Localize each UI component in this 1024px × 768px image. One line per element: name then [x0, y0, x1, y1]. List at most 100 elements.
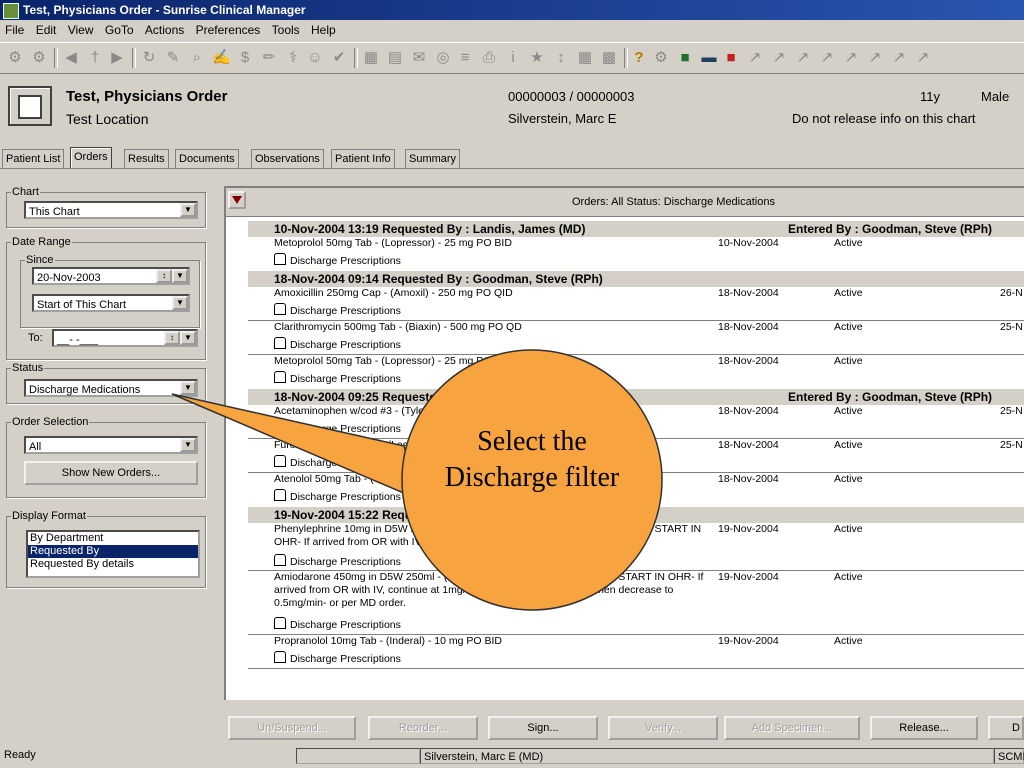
worklist-icon[interactable]: ⚙ — [6, 49, 24, 67]
tab-orders[interactable]: Orders — [70, 147, 112, 169]
medical-icon[interactable]: ⚕ — [284, 49, 302, 67]
menu-actions[interactable]: Actions — [145, 23, 184, 37]
person-icon[interactable]: ☺ — [306, 49, 324, 67]
order-row[interactable]: Metoprolol 50mg Tab - (Lopressor) - 25 m… — [248, 236, 1024, 271]
info-icon[interactable]: i — [504, 49, 522, 67]
patient-chart-icon[interactable] — [8, 86, 52, 126]
tool-8-icon[interactable]: ↗ — [914, 49, 932, 67]
sign-icon[interactable]: ✔ — [330, 49, 348, 67]
menu-preferences[interactable]: Preferences — [196, 23, 261, 37]
tool-3-icon[interactable]: ↗ — [794, 49, 812, 67]
display-format-option[interactable]: Requested By details — [28, 558, 198, 571]
tool-6-icon[interactable]: ↗ — [866, 49, 884, 67]
tool-4-icon[interactable]: ↗ — [818, 49, 836, 67]
tab-observations[interactable]: Observations — [251, 149, 324, 168]
order-date: 18-Nov-2004 — [718, 321, 779, 333]
chevron-down-icon[interactable]: ▼ — [180, 381, 196, 395]
previous-patient-icon[interactable]: ◀ — [62, 49, 80, 67]
callout-text: Select the Discharge filter — [444, 426, 620, 493]
tool-5-icon[interactable]: ↗ — [842, 49, 860, 67]
filter-icon[interactable] — [228, 191, 246, 209]
spinner-icon[interactable]: ↕ — [164, 331, 180, 345]
help-icon[interactable]: ? — [630, 49, 648, 67]
order-group-header: 10-Nov-2004 13:19 Requested By : Landis,… — [248, 220, 1024, 237]
spinner-icon[interactable]: ↕ — [156, 269, 172, 283]
menu-goto[interactable]: GoTo — [105, 23, 134, 37]
order-row[interactable]: Propranolol 10mg Tab - (Inderal) - 10 mg… — [248, 634, 1024, 669]
chevron-down-icon[interactable]: ▼ — [180, 203, 196, 217]
to-label: To: — [28, 332, 43, 344]
globe-icon[interactable]: ◎ — [434, 49, 452, 67]
order-row[interactable]: Clarithromycin 500mg Tab - (Biaxin) - 50… — [248, 320, 1024, 355]
cost-icon[interactable]: $ — [236, 49, 254, 67]
order-status: Active — [834, 523, 863, 535]
clipboard-icon[interactable]: ✉ — [410, 49, 428, 67]
patient-list-icon[interactable]: ⚙ — [30, 49, 48, 67]
tool-2-icon[interactable]: ↗ — [770, 49, 788, 67]
more-button[interactable]: D — [988, 716, 1024, 740]
tool-1-icon[interactable]: ↗ — [746, 49, 764, 67]
chevron-down-icon[interactable]: ▼ — [180, 438, 196, 452]
write-icon[interactable]: ✏ — [260, 49, 278, 67]
sort-icon[interactable]: ↕ — [552, 49, 570, 67]
print-icon[interactable]: ⎙ — [480, 49, 498, 67]
reorder-button[interactable]: Reorder... — [368, 716, 478, 740]
since-date-field[interactable]: 20-Nov-2003 ↕ ▼ — [32, 267, 190, 285]
table-icon[interactable]: ▦ — [362, 49, 380, 67]
tool-7-icon[interactable]: ↗ — [890, 49, 908, 67]
sign-button[interactable]: Sign... — [488, 716, 598, 740]
order-row[interactable]: Amoxicillin 250mg Cap - (Amoxil) - 250 m… — [248, 286, 1024, 321]
menu-edit[interactable]: Edit — [36, 23, 57, 37]
add-specimen-button[interactable]: Add Specimen... — [724, 716, 860, 740]
patient-age: 11y — [920, 89, 940, 104]
next-patient-icon[interactable]: ▶ — [108, 49, 126, 67]
settings-icon[interactable]: ⚙ — [652, 49, 670, 67]
order-date: 18-Nov-2004 — [718, 405, 779, 417]
display-format-option[interactable]: By Department — [28, 532, 198, 545]
tab-documents[interactable]: Documents — [175, 149, 239, 168]
tab-patient-info[interactable]: Patient Info — [331, 149, 395, 168]
new-order-icon[interactable]: ✎ — [164, 49, 182, 67]
order-date: 18-Nov-2004 — [718, 355, 779, 367]
search-order-icon[interactable]: ⌕ — [188, 49, 206, 67]
display-format-option-selected[interactable]: Requested By — [28, 545, 198, 558]
tab-patient-list[interactable]: Patient List — [2, 149, 65, 168]
to-date-field[interactable]: __- -___ ↕ ▼ — [52, 329, 198, 347]
menu-file[interactable]: File — [5, 23, 24, 37]
order-row[interactable]: Phenylephrine 10mg in D5W 250ml - (Neo-S… — [248, 522, 1024, 571]
calendar-icon[interactable]: ▦ — [576, 49, 594, 67]
order-row[interactable]: Amiodarone 450mg in D5W 250ml - (Cordaro… — [248, 570, 1024, 635]
order-selection-select[interactable]: All ▼ — [24, 436, 198, 454]
show-new-orders-button[interactable]: Show New Orders... — [24, 461, 198, 485]
modify-order-icon[interactable]: ✍ — [212, 49, 231, 67]
chart-icon[interactable]: ≡ — [456, 49, 474, 67]
status-select-value: Discharge Medications — [29, 384, 141, 396]
menu-help[interactable]: Help — [311, 23, 336, 37]
tab-summary[interactable]: Summary — [405, 149, 461, 168]
since-mode-select[interactable]: Start of This Chart ▼ — [32, 294, 190, 312]
pin-icon[interactable]: ★ — [528, 49, 546, 67]
order-name: Phenylephrine 10mg in D5W 250ml - (Neo-S… — [274, 523, 702, 548]
display-format-list[interactable]: By Department Requested By Requested By … — [26, 530, 200, 578]
release-button[interactable]: Release... — [870, 716, 978, 740]
chevron-down-icon[interactable]: ▼ — [180, 331, 196, 345]
chart-select[interactable]: This Chart ▼ — [24, 201, 198, 219]
menu-tools[interactable]: Tools — [272, 23, 300, 37]
keyboard-icon[interactable]: ▬ — [700, 49, 718, 67]
tab-results[interactable]: Results — [124, 149, 169, 168]
verify-button[interactable]: Verify... — [608, 716, 718, 740]
patients-icon[interactable]: † — [86, 49, 104, 67]
status-select[interactable]: Discharge Medications ▼ — [24, 379, 198, 397]
alert-icon[interactable]: ■ — [722, 49, 740, 67]
order-row[interactable]: Metoprolol 50mg Tab - (Lopressor) - 25 m… — [248, 354, 1024, 389]
order-date: 19-Nov-2004 — [718, 523, 779, 535]
flowsheet-icon[interactable]: ▩ — [600, 49, 618, 67]
monitor-icon[interactable]: ■ — [676, 49, 694, 67]
grid-icon[interactable]: ▤ — [386, 49, 404, 67]
unsuspend-button[interactable]: Un/Suspend... — [228, 716, 356, 740]
menu-view[interactable]: View — [68, 23, 94, 37]
chevron-down-icon[interactable]: ▼ — [172, 269, 188, 283]
order-subtype: Discharge Prescriptions — [274, 337, 401, 352]
refresh-icon[interactable]: ↻ — [140, 49, 158, 67]
chevron-down-icon[interactable]: ▼ — [172, 296, 188, 310]
